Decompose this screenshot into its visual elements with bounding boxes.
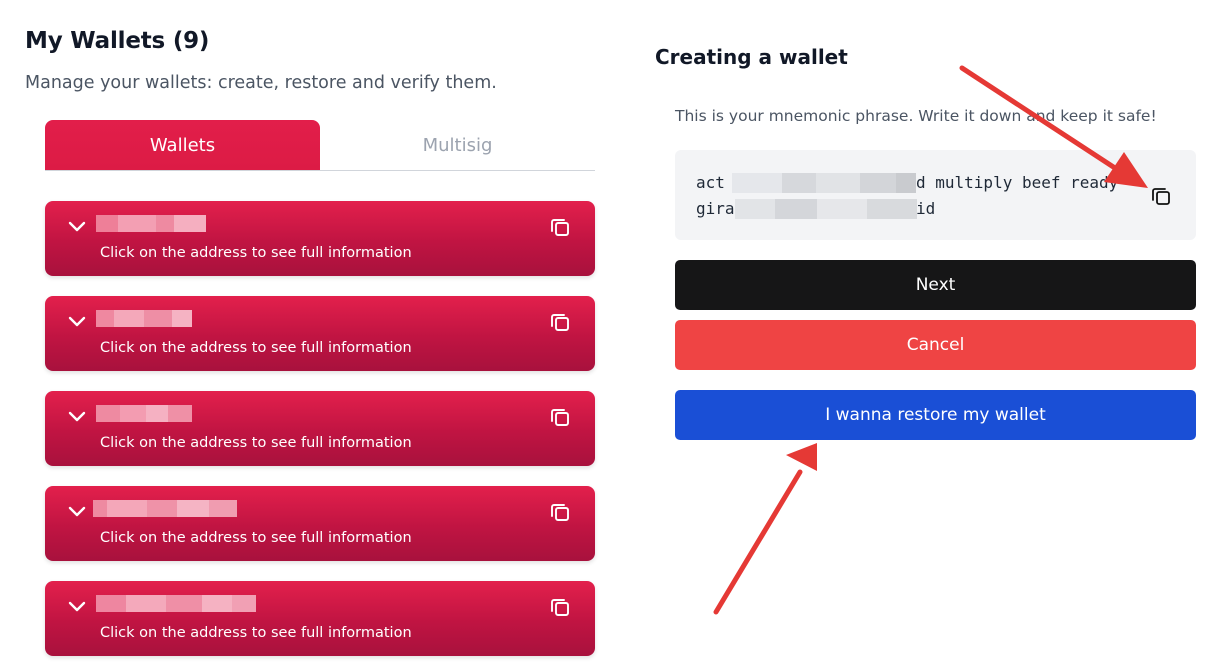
wallet-address-redacted[interactable] (96, 595, 256, 612)
chevron-down-icon[interactable] (67, 408, 87, 424)
copy-icon[interactable] (548, 595, 572, 619)
annotation-arrow-restore (713, 443, 817, 615)
mnemonic-redacted (732, 173, 916, 193)
tab-wallets[interactable]: Wallets (45, 120, 320, 170)
mnemonic-redacted (735, 199, 917, 219)
mnemonic-hint: This is your mnemonic phrase. Write it d… (675, 107, 1157, 125)
chevron-down-icon[interactable] (67, 503, 87, 519)
next-button[interactable]: Next (675, 260, 1196, 310)
wallet-card[interactable]: Click on the address to see full informa… (45, 391, 595, 466)
wallet-address-redacted[interactable] (96, 310, 192, 327)
mnemonic-phrase-line2-start: gira (696, 199, 735, 218)
wallet-card[interactable]: Click on the address to see full informa… (45, 296, 595, 371)
mnemonic-phrase-end: d multiply beef ready (916, 173, 1119, 192)
copy-icon[interactable] (1149, 184, 1173, 208)
wallet-address-redacted[interactable] (93, 500, 237, 517)
wallet-card-info: Click on the address to see full informa… (100, 245, 412, 261)
wallet-address-redacted[interactable] (96, 405, 192, 422)
restore-wallet-button[interactable]: I wanna restore my wallet (675, 390, 1196, 440)
chevron-down-icon[interactable] (67, 218, 87, 234)
copy-icon[interactable] (548, 500, 572, 524)
wallet-address-redacted[interactable] (96, 215, 206, 232)
page-title: My Wallets (9) (25, 28, 210, 54)
copy-icon[interactable] (548, 215, 572, 239)
mnemonic-phrase-start: act (696, 173, 725, 192)
page-subtitle: Manage your wallets: create, restore and… (25, 73, 497, 93)
tab-multisig[interactable]: Multisig (320, 120, 595, 170)
copy-icon[interactable] (548, 310, 572, 334)
chevron-down-icon[interactable] (67, 598, 87, 614)
mnemonic-phrase-box: act d multiply beef ready gira id (675, 150, 1196, 240)
create-wallet-title: Creating a wallet (655, 45, 848, 69)
wallet-card[interactable]: Click on the address to see full informa… (45, 201, 595, 276)
wallet-card-info: Click on the address to see full informa… (100, 340, 412, 356)
wallet-card-info: Click on the address to see full informa… (100, 530, 412, 546)
chevron-down-icon[interactable] (67, 313, 87, 329)
wallet-card[interactable]: Click on the address to see full informa… (45, 581, 595, 656)
wallet-card[interactable]: Click on the address to see full informa… (45, 486, 595, 561)
mnemonic-phrase-line2-end: id (916, 199, 936, 218)
copy-icon[interactable] (548, 405, 572, 429)
cancel-button[interactable]: Cancel (675, 320, 1196, 370)
wallet-card-info: Click on the address to see full informa… (100, 435, 412, 451)
wallet-card-info: Click on the address to see full informa… (100, 625, 412, 641)
wallet-tabs: Wallets Multisig (45, 120, 595, 171)
